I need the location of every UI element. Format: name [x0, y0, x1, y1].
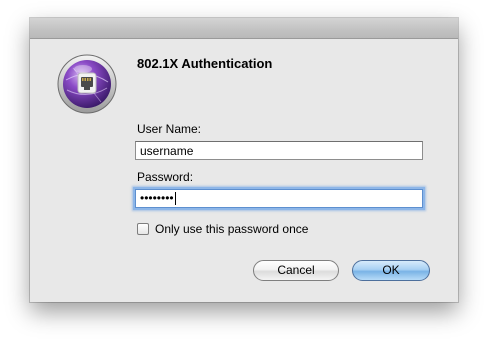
cancel-button[interactable]: Cancel	[253, 260, 339, 281]
authentication-dialog: 802.1X Authentication User Name: usernam…	[30, 18, 458, 302]
password-field[interactable]: ••••••••	[135, 189, 423, 208]
text-caret	[174, 192, 176, 206]
screen-background: 802.1X Authentication User Name: usernam…	[0, 0, 484, 344]
dialog-title: 802.1X Authentication	[137, 56, 273, 71]
ok-button[interactable]: OK	[352, 260, 430, 281]
user-name-field[interactable]: username	[135, 141, 423, 160]
password-value: ••••••••	[140, 191, 174, 205]
use-once-label[interactable]: Only use this password once	[155, 222, 308, 236]
user-name-label: User Name:	[137, 122, 202, 136]
network-lock-icon	[57, 54, 117, 114]
password-label: Password:	[137, 170, 194, 184]
dialog-top-bar	[30, 18, 458, 39]
user-name-value: username	[140, 144, 194, 158]
use-once-checkbox[interactable]	[137, 223, 149, 235]
